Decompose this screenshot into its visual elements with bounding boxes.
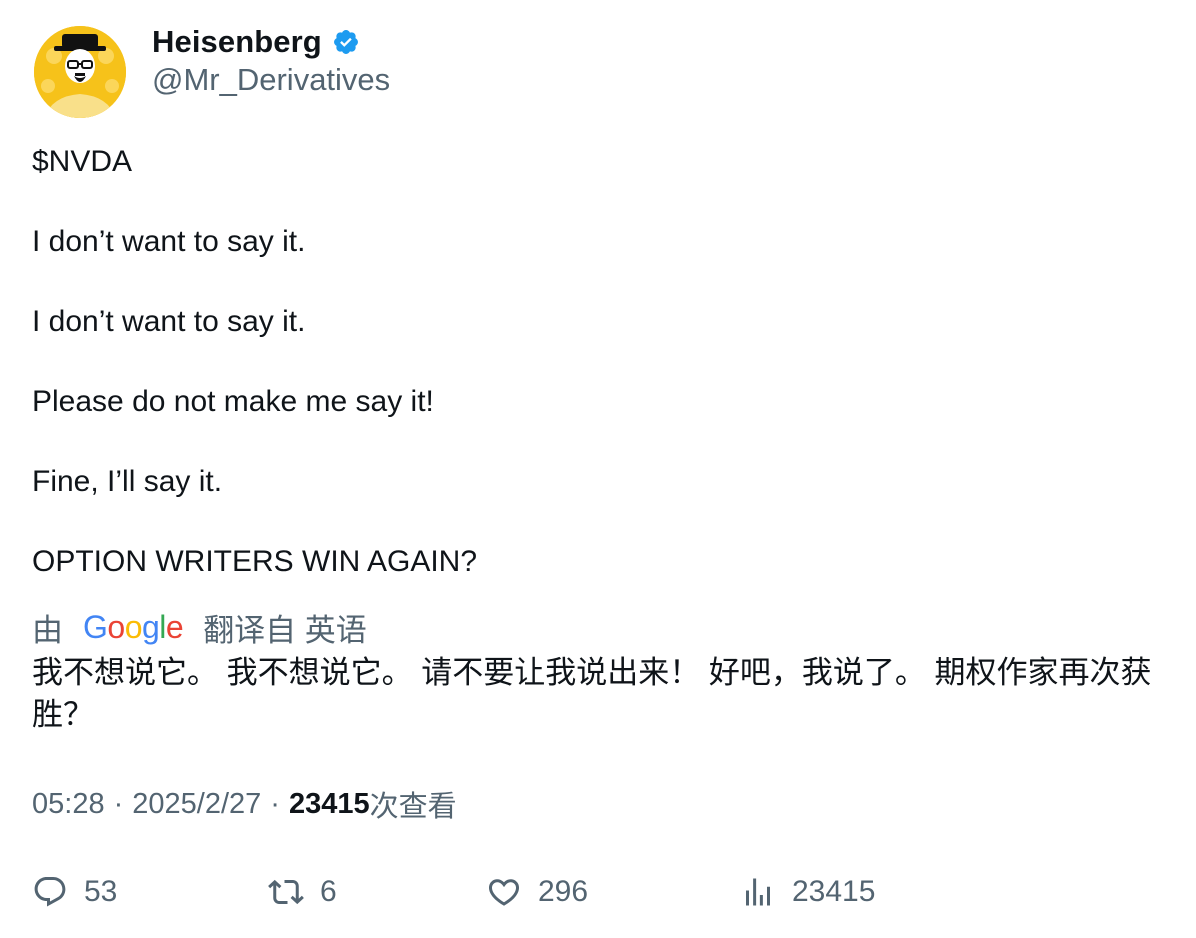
retweet-count: 6: [320, 875, 337, 908]
action-bar: 53 6 296 23415: [32, 868, 1152, 916]
tweet-line: Fine, I’ll say it.: [32, 465, 223, 498]
translation-attribution: 由 Google 翻译自 英语: [32, 605, 367, 650]
tweet-meta: 05:28 · 2025/2/27 · 23415 次查看: [32, 784, 457, 824]
tweet-text: $NVDA I don’t want to say it. I don’t wa…: [32, 142, 1162, 582]
google-logo: Google: [83, 609, 184, 645]
heart-icon: [488, 879, 520, 906]
translation-prefix: 由: [32, 612, 63, 648]
author-display-name[interactable]: Heisenberg: [152, 24, 322, 60]
views-action-count: 23415: [792, 875, 876, 908]
meta-separator: ·: [270, 787, 280, 820]
author-handle[interactable]: @Mr_Derivatives: [152, 62, 390, 98]
tweet-line: Please do not make me say it!: [32, 385, 434, 418]
views-count: 23415: [288, 787, 370, 820]
tweet-line: OPTION WRITERS WIN AGAIN?: [32, 545, 478, 578]
retweet-icon: [268, 879, 304, 905]
tweet-time[interactable]: 05:28: [32, 788, 105, 821]
translation-source-label[interactable]: 翻译自 英语: [203, 605, 367, 650]
views-label: 次查看: [369, 791, 457, 823]
views-chart-icon: [746, 878, 770, 906]
tweet-line: I don’t want to say it.: [32, 225, 306, 258]
like-button[interactable]: 296: [486, 868, 588, 916]
reply-icon: [34, 877, 66, 907]
like-count: 296: [538, 875, 589, 908]
reply-count: 53: [84, 875, 118, 908]
views-button[interactable]: 23415: [740, 868, 875, 916]
tweet-card: Heisenberg @Mr_Derivatives $NVDA I don’t…: [0, 0, 1196, 938]
heisenberg-avatar-icon: [34, 26, 126, 118]
tweet-line: I don’t want to say it.: [32, 305, 306, 338]
meta-separator: ·: [113, 787, 124, 820]
translated-text: 我不想说它。 我不想说它。 请不要让我说出来！ 好吧，我说了。 期权作家再次获胜…: [32, 655, 1152, 732]
author-name-row: Heisenberg: [152, 22, 360, 62]
verified-badge-icon[interactable]: [332, 28, 360, 56]
tweet-line: $NVDA: [32, 145, 133, 178]
avatar[interactable]: [34, 26, 126, 118]
tweet-date[interactable]: 2025/2/27: [132, 788, 261, 821]
reply-button[interactable]: 53: [32, 868, 117, 916]
retweet-button[interactable]: 6: [268, 868, 337, 916]
